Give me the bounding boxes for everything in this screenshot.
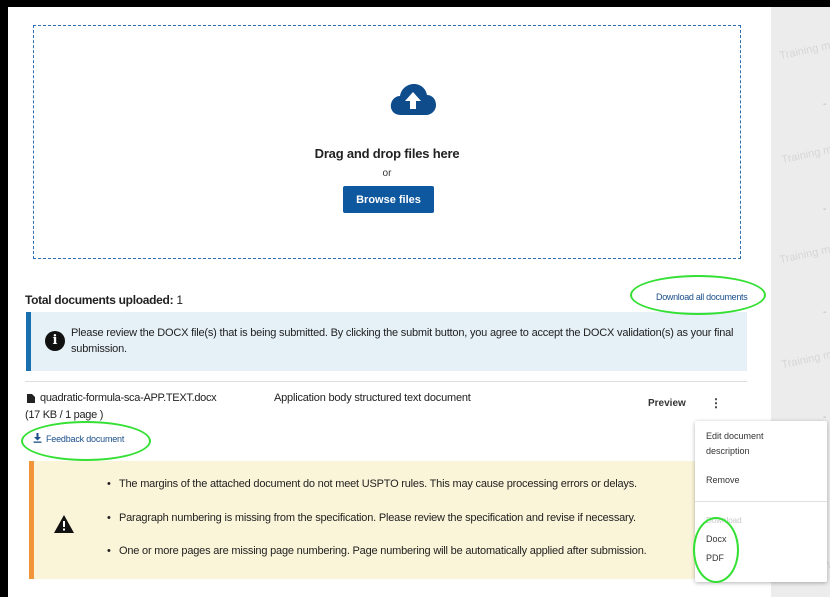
total-documents-label: Total documents uploaded: 1 (25, 293, 183, 307)
info-text: Please review the DOCX file(s) that is b… (71, 327, 734, 355)
upload-panel: Drag and drop files here or Browse files… (8, 7, 830, 597)
info-banner: i Please review the DOCX file(s) that is… (26, 312, 747, 371)
document-icon (27, 394, 35, 403)
warning-item: The margins of the attached document do … (107, 478, 637, 490)
watermark-text: Training mode (780, 139, 830, 167)
file-description: Application body structured text documen… (274, 392, 471, 404)
file-name: quadratic-formula-sca-APP.TEXT.docx (40, 392, 217, 404)
more-options-icon[interactable]: ⋮ (710, 396, 722, 410)
watermark-text: Training mode (780, 344, 830, 372)
browse-files-button[interactable]: Browse files (343, 186, 434, 213)
download-all-link[interactable]: Download all documents (656, 292, 748, 302)
warning-banner: The margins of the attached document do … (29, 461, 743, 579)
warning-item: One or more pages are missing page numbe… (107, 545, 647, 557)
menu-divider (695, 501, 827, 502)
download-pdf-menu-item[interactable]: PDF (706, 551, 724, 566)
total-documents-count: 1 (176, 293, 183, 307)
warning-item: Paragraph numbering is missing from the … (107, 512, 636, 524)
remove-menu-item[interactable]: Remove (706, 473, 740, 488)
dropzone-or-text: or (382, 168, 392, 179)
download-icon (33, 433, 42, 443)
warning-triangle-icon (54, 515, 74, 533)
watermark-text: Training mode (778, 239, 830, 267)
preview-button[interactable]: Preview (648, 398, 686, 409)
download-menu-header: Download (706, 516, 742, 525)
file-actions-menu: Edit document description Remove Downloa… (695, 421, 827, 582)
file-size: (17 KB / 1 page ) (25, 409, 104, 421)
download-docx-menu-item[interactable]: Docx (706, 532, 727, 547)
cloud-upload-icon (390, 84, 436, 115)
info-icon: i (45, 331, 65, 351)
total-documents-text: Total documents uploaded: (25, 293, 174, 307)
file-dropzone[interactable]: Drag and drop files here or Browse files (33, 25, 741, 259)
dropzone-title: Drag and drop files here (314, 146, 460, 161)
feedback-document-label: Feedback document (46, 434, 125, 444)
edit-description-menu-item[interactable]: Edit document description (706, 429, 806, 459)
divider (25, 381, 747, 382)
watermark-text: Training mode (778, 35, 830, 63)
